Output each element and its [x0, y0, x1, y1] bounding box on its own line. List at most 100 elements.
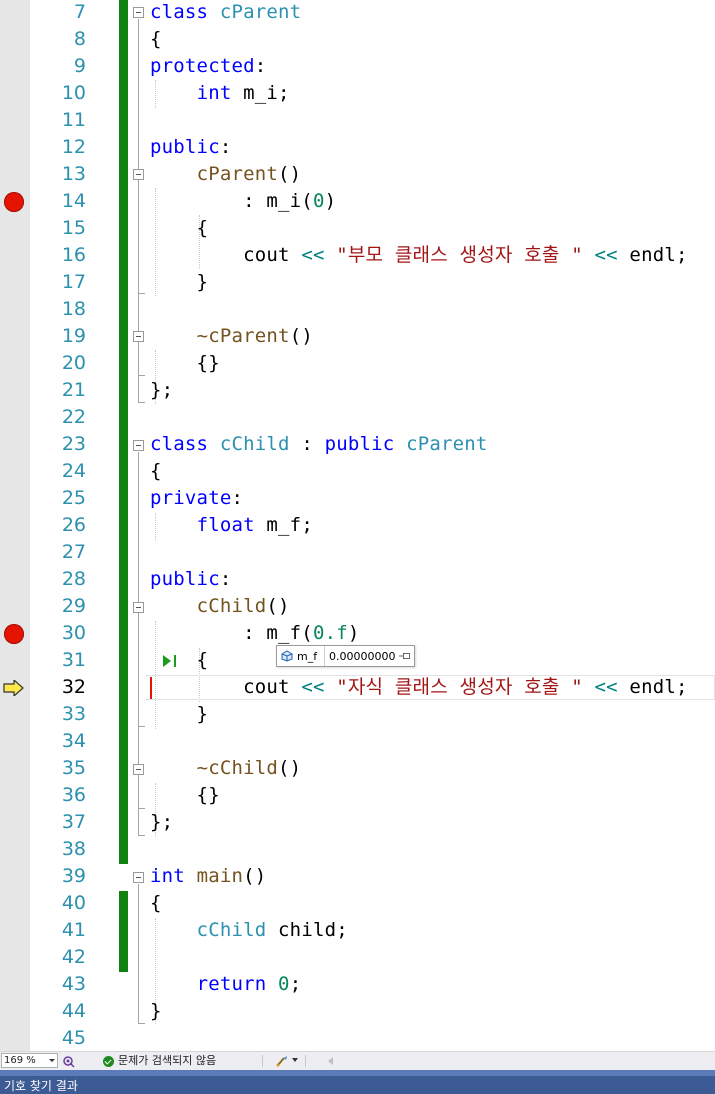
code-token: }: [150, 703, 209, 725]
line-number: 27: [61, 541, 86, 563]
collapse-toggle[interactable]: [133, 872, 144, 883]
code-cleanup-icon[interactable]: [275, 1054, 289, 1068]
code-token: {: [150, 460, 162, 482]
outline-line: [138, 452, 139, 836]
code-token: int: [196, 82, 232, 104]
code-line[interactable]: {: [150, 458, 162, 485]
code-token: m_f;: [254, 514, 313, 536]
zoom-level-dropdown[interactable]: 169 %: [1, 1053, 58, 1068]
code-line[interactable]: }: [150, 998, 162, 1025]
code-token: }: [150, 1000, 162, 1022]
line-number: 34: [61, 730, 86, 752]
code-line[interactable]: public:: [150, 566, 231, 593]
separator: [262, 1055, 263, 1067]
datatip-value[interactable]: 0.00000000: [325, 650, 399, 663]
collapse-toggle[interactable]: [133, 602, 144, 613]
line-number: 29: [61, 595, 86, 617]
code-line[interactable]: int m_i;: [150, 80, 290, 107]
editor-status-bar: 169 % 문제가 검색되지 않음: [0, 1051, 715, 1070]
code-editor[interactable]: 7 8 9 10 11 12 13 14 15 16 17 18 19 20 21 22 23 24 25 26 27 2…: [0, 0, 715, 1051]
line-number: 41: [61, 919, 86, 941]
code-line[interactable]: class cParent: [150, 0, 301, 26]
line-number: 16: [61, 244, 86, 266]
breakpoint-icon[interactable]: [4, 192, 24, 212]
code-line[interactable]: cout << "부모 클래스 생성자 호출 " << endl;: [150, 242, 688, 269]
scroll-left-icon[interactable]: [328, 1057, 333, 1065]
code-token: "자식 클래스 생성자 호출 ": [336, 676, 583, 698]
issues-indicator[interactable]: 문제가 검색되지 않음: [103, 1053, 216, 1069]
code-token: ): [347, 622, 360, 644]
code-line[interactable]: class cChild : public cParent: [150, 431, 488, 458]
line-number: 33: [61, 703, 86, 725]
current-statement-arrow-icon[interactable]: [3, 680, 25, 696]
line-number: 14: [61, 190, 86, 212]
line-number: 24: [61, 460, 86, 482]
code-token: : m_i(: [150, 190, 313, 212]
code-token: "부모 클래스 생성자 호출 ": [336, 244, 583, 266]
code-token: int: [150, 865, 197, 887]
code-line[interactable]: };: [150, 377, 173, 404]
glyph-margin[interactable]: [0, 0, 30, 1051]
code-token: 0: [312, 190, 325, 212]
code-token: ~cParent: [196, 325, 290, 347]
datatip[interactable]: m_f 0.00000000: [276, 645, 416, 667]
code-line[interactable]: return 0;: [150, 971, 302, 998]
code-line[interactable]: cChild(): [150, 593, 290, 620]
code-token: : m_f(: [150, 622, 313, 644]
breakpoint-icon[interactable]: [4, 624, 24, 644]
code-line[interactable]: }: [150, 701, 208, 728]
code-line[interactable]: {: [150, 890, 162, 917]
code-line[interactable]: {}: [150, 350, 220, 377]
code-line[interactable]: float m_f;: [150, 512, 313, 539]
outline-end: [138, 726, 145, 727]
intellicode-icon[interactable]: [62, 1054, 76, 1068]
code-line[interactable]: }: [150, 269, 208, 296]
code-line[interactable]: };: [150, 809, 173, 836]
line-number: 44: [61, 1000, 86, 1022]
code-line[interactable]: {: [150, 26, 162, 53]
code-token: :: [289, 433, 325, 455]
code-token: child;: [266, 919, 348, 941]
change-tracking-bar: [119, 891, 128, 972]
code-line[interactable]: private:: [150, 485, 243, 512]
code-line[interactable]: public:: [150, 134, 231, 161]
collapse-toggle[interactable]: [133, 440, 144, 451]
collapse-toggle[interactable]: [133, 764, 144, 775]
code-token: <<: [301, 676, 325, 698]
code-line[interactable]: cChild child;: [150, 917, 348, 944]
code-token: return: [196, 973, 279, 995]
code-line[interactable]: : m_f(0.f): [150, 620, 360, 647]
outline-line: [138, 19, 139, 403]
collapse-toggle[interactable]: [133, 169, 144, 180]
code-line[interactable]: cParent(): [150, 161, 302, 188]
collapse-toggle[interactable]: [133, 331, 144, 342]
code-token: {}: [150, 352, 220, 374]
pin-icon[interactable]: [399, 652, 411, 660]
code-line[interactable]: int main(): [150, 863, 266, 890]
code-token: protected: [150, 55, 255, 77]
code-line[interactable]: protected:: [150, 53, 266, 80]
run-to-click-icon[interactable]: [162, 653, 182, 669]
code-token: cout: [150, 676, 302, 698]
code-line[interactable]: cout << "자식 클래스 생성자 호출 " << endl;: [150, 674, 688, 701]
code-line[interactable]: ~cChild(): [150, 755, 302, 782]
code-token: endl;: [617, 244, 688, 266]
collapse-toggle[interactable]: [133, 7, 144, 18]
chevron-down-icon[interactable]: [292, 1058, 298, 1062]
panel-title[interactable]: 기호 찾기 결과: [4, 1078, 78, 1094]
field-icon: [281, 650, 293, 662]
outline-line: [138, 884, 139, 1024]
code-line[interactable]: {}: [150, 782, 220, 809]
code-line[interactable]: {: [150, 215, 208, 242]
datatip-name: m_f: [297, 649, 318, 663]
code-token: private: [150, 487, 232, 509]
line-number: 42: [61, 946, 86, 968]
code-line[interactable]: ~cParent(): [150, 323, 313, 350]
code-token: };: [150, 379, 174, 401]
line-number: 10: [61, 82, 86, 104]
find-symbol-results-panel[interactable]: 기호 찾기 결과: [0, 1070, 715, 1094]
code-line[interactable]: : m_i(0): [150, 188, 336, 215]
check-circle-icon: [103, 1055, 114, 1067]
